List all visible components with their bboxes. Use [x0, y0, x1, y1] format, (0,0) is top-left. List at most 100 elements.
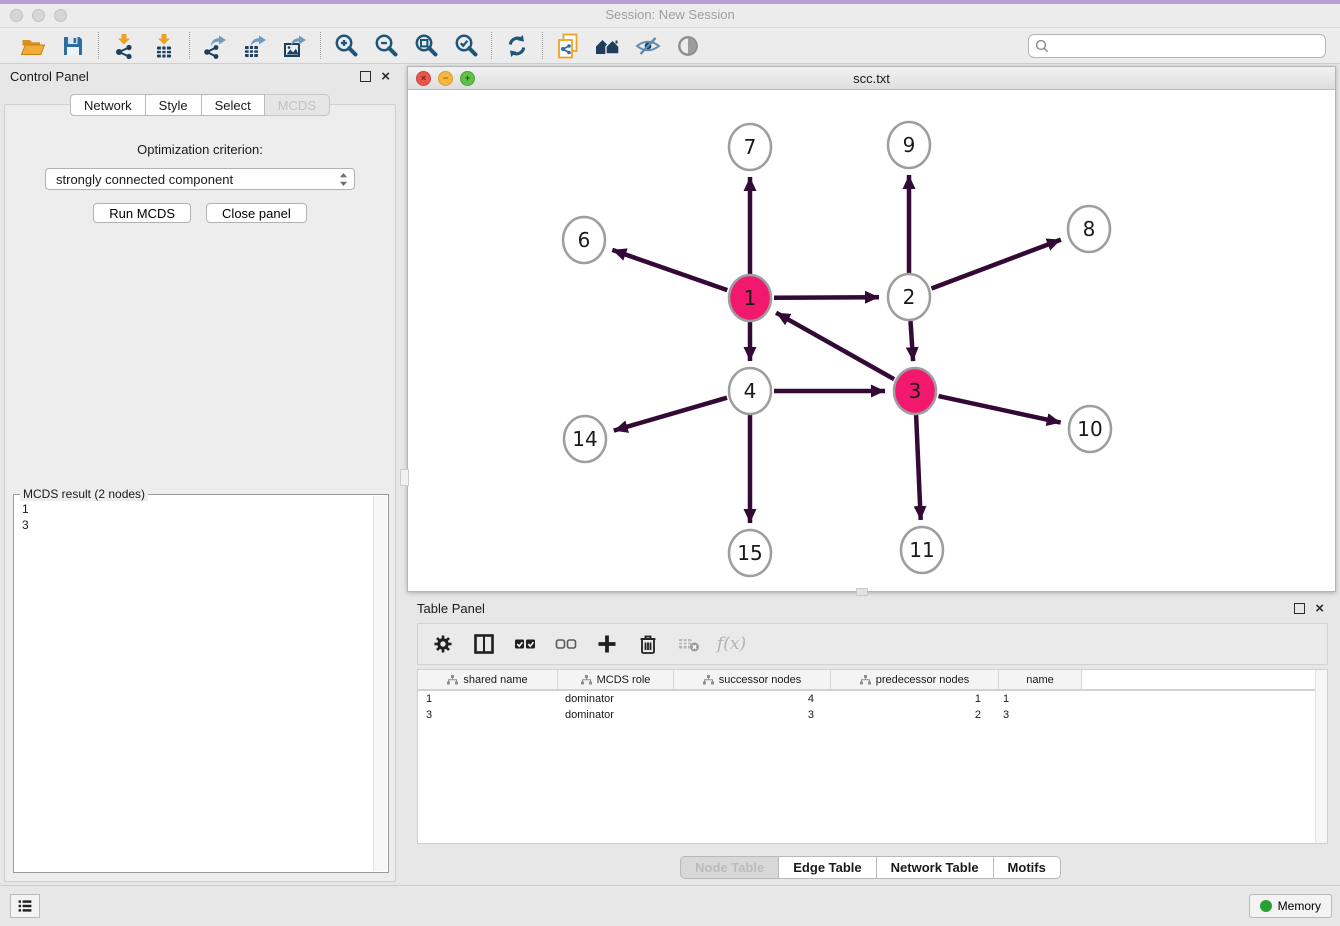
table-cell[interactable]: 3 — [672, 709, 828, 721]
open-session-button[interactable] — [17, 31, 49, 61]
table-row[interactable]: 3dominator323 — [418, 707, 1327, 723]
export-image-button[interactable] — [279, 31, 311, 61]
tab-network[interactable]: Network — [70, 94, 146, 116]
table-cell[interactable]: dominator — [557, 693, 672, 705]
edge-1-2[interactable] — [774, 297, 879, 298]
table-row[interactable]: 1dominator411 — [418, 691, 1327, 707]
node-6[interactable]: 6 — [563, 217, 605, 263]
table-cell[interactable]: dominator — [557, 709, 672, 721]
result-scrollbar[interactable] — [373, 496, 387, 871]
show-columns-button[interactable] — [471, 631, 497, 657]
edge-3-10[interactable] — [939, 396, 1061, 423]
tab-edge-table[interactable]: Edge Table — [779, 856, 876, 879]
tab-style[interactable]: Style — [146, 94, 202, 116]
edge-1-6[interactable] — [612, 250, 727, 290]
node-8[interactable]: 8 — [1068, 206, 1110, 252]
export-table-icon — [242, 33, 268, 59]
zoom-in-button[interactable] — [330, 31, 362, 61]
close-panel-button[interactable]: Close panel — [206, 203, 307, 223]
tab-network-table[interactable]: Network Table — [877, 856, 994, 879]
fx-icon: f(x) — [717, 634, 746, 654]
close-table-panel-icon[interactable]: × — [1315, 604, 1324, 613]
node-2[interactable]: 2 — [888, 274, 930, 320]
criterion-dropdown[interactable]: strongly connected component — [45, 168, 355, 190]
delete-table-button[interactable] — [676, 631, 702, 657]
search-input[interactable] — [1053, 38, 1319, 54]
table-cell[interactable]: 1 — [828, 693, 995, 705]
node-7[interactable]: 7 — [729, 124, 771, 170]
table-mode-button[interactable] — [430, 631, 456, 657]
tab-motifs[interactable]: Motifs — [994, 856, 1061, 879]
export-network-button[interactable] — [199, 31, 231, 61]
network-canvas[interactable]: 7 9 6 8 1 2 4 3 14 10 15 11 — [408, 90, 1335, 591]
memory-button[interactable]: Memory — [1249, 894, 1332, 918]
show-all-button[interactable] — [672, 31, 704, 61]
mcds-panel-body: Optimization criterion: strongly connect… — [4, 104, 396, 882]
import-table-icon — [151, 33, 177, 59]
save-icon — [60, 33, 86, 59]
node-4[interactable]: 4 — [729, 368, 771, 414]
node-3[interactable]: 3 — [894, 368, 936, 414]
table-cell[interactable]: 1 — [995, 693, 1077, 705]
zoom-selected-button[interactable] — [450, 31, 482, 61]
hide-selected-button[interactable] — [632, 31, 664, 61]
edge-2-8[interactable] — [932, 240, 1061, 289]
save-session-button[interactable] — [57, 31, 89, 61]
tab-mcds[interactable]: MCDS — [265, 94, 330, 116]
status-bar: Memory — [0, 885, 1340, 926]
run-mcds-button[interactable]: Run MCDS — [93, 203, 191, 223]
close-panel-icon[interactable]: × — [381, 72, 390, 81]
delete-columns-button[interactable] — [635, 631, 661, 657]
table-cell[interactable]: 4 — [672, 693, 828, 705]
edge-3-11[interactable] — [916, 415, 921, 520]
control-panel: Control Panel × Network Style Select MCD… — [0, 63, 400, 886]
float-panel-icon[interactable] — [360, 71, 371, 82]
function-builder-button[interactable]: f(x) — [717, 631, 746, 657]
table-cell[interactable]: 3 — [995, 709, 1077, 721]
table-scrollbar[interactable] — [1315, 670, 1327, 843]
splitter-handle-vertical[interactable] — [400, 469, 409, 486]
trash-icon — [638, 633, 658, 655]
column-header-predecessor-nodes[interactable]: predecessor nodes — [831, 670, 999, 689]
column-header-successor-nodes[interactable]: successor nodes — [674, 670, 831, 689]
deselect-all-button[interactable] — [553, 631, 579, 657]
create-column-button[interactable] — [594, 631, 620, 657]
edge-4-14[interactable] — [614, 398, 727, 431]
column-header-mcds-role[interactable]: MCDS role — [558, 670, 674, 689]
edge-3-1[interactable] — [776, 313, 894, 380]
clone-network-button[interactable] — [552, 31, 584, 61]
node-14[interactable]: 14 — [564, 416, 606, 462]
node-10[interactable]: 10 — [1069, 406, 1111, 452]
table-cell[interactable]: 3 — [418, 709, 557, 721]
import-table-button[interactable] — [148, 31, 180, 61]
tab-node-table[interactable]: Node Table — [680, 856, 779, 879]
zoom-fit-button[interactable] — [410, 31, 442, 61]
search-box[interactable] — [1028, 34, 1326, 58]
column-header-shared-name[interactable]: shared name — [418, 670, 558, 689]
refresh-icon — [504, 33, 530, 59]
tab-select[interactable]: Select — [202, 94, 265, 116]
network-canvas-svg[interactable]: 7 9 6 8 1 2 4 3 14 10 15 11 — [408, 90, 1333, 590]
node-1[interactable]: 1 — [729, 275, 771, 321]
export-table-button[interactable] — [239, 31, 271, 61]
task-history-button[interactable] — [10, 894, 40, 918]
clone-network-icon — [555, 33, 581, 59]
window-maximize-button[interactable]: + — [460, 71, 475, 86]
table-cell[interactable]: 2 — [828, 709, 995, 721]
import-network-button[interactable] — [108, 31, 140, 61]
column-header-name[interactable]: name — [999, 670, 1082, 689]
node-11[interactable]: 11 — [901, 527, 943, 573]
node-15[interactable]: 15 — [729, 530, 771, 576]
node-9[interactable]: 9 — [888, 122, 930, 168]
float-table-panel-icon[interactable] — [1294, 603, 1305, 614]
window-minimize-button[interactable]: − — [438, 71, 453, 86]
apply-layout-button[interactable] — [501, 31, 533, 61]
table-cell[interactable]: 1 — [418, 693, 557, 705]
zoom-out-button[interactable] — [370, 31, 402, 61]
window-close-button[interactable]: × — [416, 71, 431, 86]
edge-2-3[interactable] — [911, 321, 914, 361]
mcds-result-item: 3 — [22, 517, 380, 533]
select-all-button[interactable] — [512, 631, 538, 657]
network-window-titlebar[interactable]: × − + scc.txt — [408, 67, 1335, 90]
first-neighbors-button[interactable] — [592, 31, 624, 61]
